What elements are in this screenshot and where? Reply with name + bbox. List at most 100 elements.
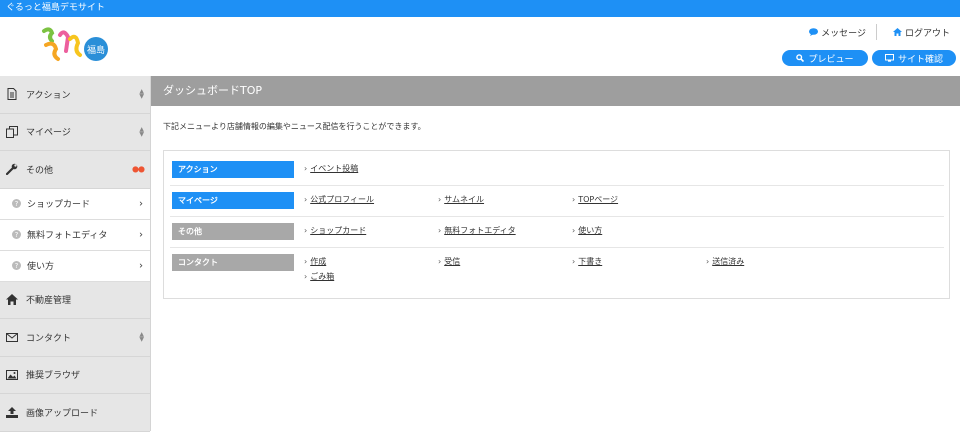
copy-icon — [6, 125, 18, 138]
link-official-profile[interactable]: › 公式プロフィール — [304, 194, 374, 205]
upload-icon — [6, 406, 18, 418]
sidebar-item-label: アクション — [26, 90, 71, 101]
wrench-icon — [6, 163, 18, 176]
chevron-right-icon: › — [572, 226, 576, 235]
sidebar-item-mypage[interactable]: マイページ ▲ ▼ — [0, 114, 150, 151]
chevron-right-icon: › — [572, 257, 576, 266]
link-how-to[interactable]: › 使い方 — [572, 225, 602, 236]
chevron-right-icon: › — [139, 229, 143, 240]
svg-text:福島: 福島 — [87, 44, 105, 56]
link-trash[interactable]: › ごみ箱 — [304, 271, 334, 282]
link-label: 公式プロフィール — [310, 195, 375, 204]
expand-arrows-icon: ▲ ▼ — [139, 125, 144, 138]
chevron-right-icon: › — [139, 260, 143, 271]
link-label: ショップカード — [310, 226, 367, 235]
chevron-right-icon: › — [438, 195, 442, 204]
message-label: メッセージ — [821, 28, 866, 39]
link-label: 使い方 — [578, 226, 603, 235]
expanded-indicator-icon: ●● — [132, 164, 145, 174]
header: 福島 メッセージ ログアウト プレビュー サイト確認 — [0, 17, 960, 76]
chevron-right-icon: › — [139, 198, 143, 209]
sidebar-item-label: その他 — [26, 165, 54, 176]
link-photo-editor[interactable]: › 無料フォトエディタ — [438, 225, 516, 236]
chevron-right-icon: › — [706, 257, 710, 266]
expand-arrows-icon: ▲ ▼ — [139, 331, 144, 344]
link-label: 下書き — [578, 257, 603, 266]
speech-bubble-icon — [809, 28, 819, 36]
link-shop-card[interactable]: › ショップカード — [304, 225, 366, 236]
sidebar-item-other[interactable]: その他 ●● — [0, 151, 150, 189]
sidebar-item-contact[interactable]: コンタクト ▲ ▼ — [0, 319, 150, 357]
link-label: サムネイル — [444, 195, 485, 204]
sidebar-subitem-howto[interactable]: ? 使い方 › — [0, 250, 150, 282]
monitor-icon — [884, 54, 894, 62]
image-icon — [6, 369, 18, 381]
link-label: ごみ箱 — [310, 272, 335, 281]
page-description: 下記メニューより店舗情報の編集やニュース配信を行うことができます。 — [163, 122, 426, 131]
sidebar-subitem-label: 無料フォトエディタ — [27, 231, 108, 241]
chevron-right-icon: › — [304, 164, 308, 173]
sidebar-item-label: コンタクト — [26, 333, 72, 344]
preview-button[interactable]: プレビュー — [782, 50, 868, 66]
sidebar-item-real-estate[interactable]: 不動産管理 — [0, 282, 150, 319]
chevron-right-icon: › — [438, 257, 442, 266]
row-label-contact: コンタクト — [172, 254, 294, 271]
link-thumbnail[interactable]: › サムネイル — [438, 194, 484, 205]
link-label: イベント投稿 — [310, 164, 359, 173]
logout-label: ログアウト — [904, 28, 950, 39]
link-drafts[interactable]: › 下書き — [572, 256, 602, 267]
site-check-button[interactable]: サイト確認 — [872, 50, 956, 66]
logout-link[interactable]: ログアウト — [877, 26, 960, 39]
chevron-right-icon: › — [572, 195, 576, 204]
sidebar: アクション ▲ ▼ マイページ ▲ ▼ その他 ●● ? ショップカード › ? 無… — [0, 76, 151, 432]
preview-label: プレビュー — [808, 54, 854, 65]
logo-graphic: 福島 — [42, 27, 108, 61]
menu-row-other: その他 › ショップカード › 無料フォトエディタ › 使い方 — [170, 217, 944, 248]
message-link[interactable]: メッセージ — [793, 26, 876, 39]
link-inbox[interactable]: › 受信 — [438, 256, 460, 267]
chevron-right-icon: › — [304, 272, 308, 281]
chevron-right-icon: › — [304, 195, 308, 204]
sidebar-subitem-photo-editor[interactable]: ? 無料フォトエディタ › — [0, 219, 150, 251]
link-event-post[interactable]: › イベント投稿 — [304, 163, 358, 174]
home-icon — [892, 28, 902, 36]
header-buttons: プレビュー サイト確認 — [782, 50, 956, 66]
sidebar-item-action[interactable]: アクション ▲ ▼ — [0, 76, 150, 114]
dashboard-menu-panel: アクション › イベント投稿 マイページ › 公式プロフィール › サムネイル › TO… — [163, 150, 950, 299]
menu-row-mypage: マイページ › 公式プロフィール › サムネイル › TOPページ — [170, 186, 944, 217]
link-label: TOPページ — [578, 195, 619, 204]
search-icon — [796, 54, 805, 62]
sidebar-subitem-label: 使い方 — [27, 262, 55, 272]
question-icon: ? — [12, 261, 21, 270]
row-label-other: その他 — [172, 223, 294, 240]
sidebar-subitem-shopcard[interactable]: ? ショップカード › — [0, 188, 150, 220]
row-label-action: アクション — [172, 161, 294, 178]
sidebar-subitem-label: ショップカード — [27, 200, 91, 210]
link-compose[interactable]: › 作成 — [304, 256, 326, 267]
link-label: 受信 — [444, 257, 461, 266]
sidebar-item-label: 画像アップロード — [26, 408, 99, 419]
site-title-bar: ぐるっと福島デモサイト — [0, 0, 960, 17]
expand-arrows-icon: ▲ ▼ — [139, 88, 144, 101]
document-icon — [6, 88, 18, 101]
site-logo[interactable]: 福島 — [40, 25, 112, 65]
home-icon — [6, 294, 18, 306]
sidebar-item-label: 不動産管理 — [26, 296, 72, 307]
link-top-page[interactable]: › TOPページ — [572, 194, 618, 205]
question-icon: ? — [12, 199, 21, 208]
question-icon: ? — [12, 230, 21, 239]
sidebar-item-label: マイページ — [26, 128, 71, 139]
sidebar-item-image-upload[interactable]: 画像アップロード — [0, 394, 150, 432]
link-sent[interactable]: › 送信済み — [706, 256, 744, 267]
page-title: ダッシュボードTOP — [151, 76, 960, 106]
site-check-label: サイト確認 — [897, 54, 943, 65]
header-links: メッセージ ログアウト — [793, 24, 960, 40]
envelope-icon — [6, 331, 18, 343]
row-label-mypage: マイページ — [172, 192, 294, 209]
chevron-right-icon: › — [304, 226, 308, 235]
chevron-right-icon: › — [304, 257, 308, 266]
menu-row-contact: コンタクト › 作成 › 受信 › 下書き › 送信済み › ごみ箱 — [170, 248, 944, 292]
menu-row-action: アクション › イベント投稿 — [170, 155, 944, 186]
sidebar-item-browser[interactable]: 推奨ブラウザ — [0, 357, 150, 394]
link-label: 無料フォトエディタ — [444, 226, 516, 235]
